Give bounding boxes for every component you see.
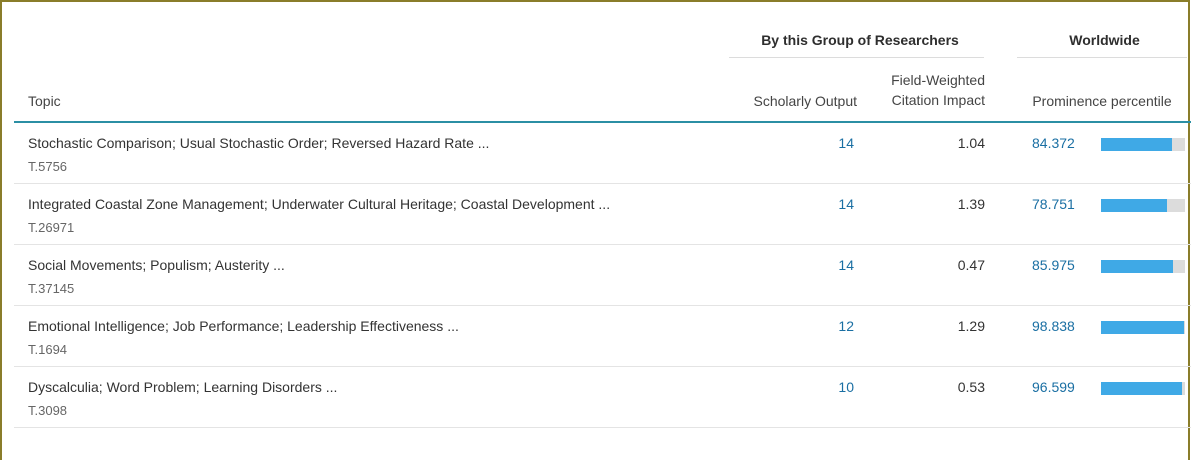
topics-panel: By this Group of Researchers Worldwide T… bbox=[0, 0, 1191, 460]
prominence-bar-fill bbox=[1101, 321, 1185, 334]
scholarly-output-link[interactable]: 14 bbox=[734, 257, 854, 273]
group-underline-worldwide bbox=[1017, 57, 1187, 58]
prominence-link[interactable]: 84.372 bbox=[1032, 135, 1075, 151]
topic-code: T.26971 bbox=[28, 220, 75, 235]
topic-title[interactable]: Integrated Coastal Zone Management; Unde… bbox=[28, 196, 610, 212]
column-header-topic[interactable]: Topic bbox=[28, 91, 61, 111]
prominence-bar bbox=[1101, 321, 1185, 334]
fwci-value: 0.47 bbox=[957, 257, 985, 273]
prominence-bar bbox=[1101, 382, 1185, 395]
scholarly-output-link[interactable]: 14 bbox=[734, 135, 854, 151]
scholarly-output-link[interactable]: 14 bbox=[734, 196, 854, 212]
scholarly-output-link[interactable]: 10 bbox=[734, 379, 854, 395]
fwci-value: 0.53 bbox=[957, 379, 985, 395]
table-row: Emotional Intelligence; Job Performance;… bbox=[14, 306, 1191, 367]
table-row: Dyscalculia; Word Problem; Learning Diso… bbox=[14, 367, 1191, 428]
table-row: Social Movements; Populism; Austerity ..… bbox=[14, 245, 1191, 306]
prominence-link[interactable]: 98.838 bbox=[1032, 318, 1075, 334]
prominence-link[interactable]: 96.599 bbox=[1032, 379, 1075, 395]
topic-title[interactable]: Dyscalculia; Word Problem; Learning Diso… bbox=[28, 379, 337, 395]
topic-title[interactable]: Stochastic Comparison; Usual Stochastic … bbox=[28, 135, 489, 151]
group-header-researchers: By this Group of Researchers bbox=[761, 32, 959, 48]
prominence-link[interactable]: 78.751 bbox=[1032, 196, 1075, 212]
group-underline-researchers bbox=[729, 57, 984, 58]
topic-code: T.3098 bbox=[28, 403, 68, 418]
topic-code: T.1694 bbox=[28, 342, 68, 357]
column-header-scholarly-output[interactable]: Scholarly Output bbox=[735, 91, 858, 111]
prominence-link[interactable]: 85.975 bbox=[1032, 257, 1075, 273]
group-header-worldwide: Worldwide bbox=[1069, 32, 1140, 48]
prominence-bar bbox=[1101, 138, 1185, 151]
topic-code: T.5756 bbox=[28, 159, 68, 174]
prominence-bar-fill bbox=[1101, 382, 1183, 395]
topic-code: T.37145 bbox=[28, 281, 75, 296]
row-divider bbox=[14, 427, 1191, 428]
prominence-bar-fill bbox=[1101, 138, 1172, 151]
prominence-bar-fill bbox=[1101, 199, 1168, 212]
fwci-value: 1.39 bbox=[957, 196, 985, 212]
prominence-bar-fill bbox=[1101, 260, 1174, 273]
fwci-value: 1.04 bbox=[957, 135, 985, 151]
column-header-prominence[interactable]: Prominence percentile bbox=[1017, 91, 1187, 111]
fwci-value: 1.29 bbox=[957, 318, 985, 334]
column-header-fwci[interactable]: Field-Weighted Citation Impact bbox=[862, 70, 985, 110]
prominence-bar bbox=[1101, 199, 1185, 212]
prominence-bar bbox=[1101, 260, 1185, 273]
fwci-header-line2: Citation Impact bbox=[891, 92, 985, 108]
topic-title[interactable]: Emotional Intelligence; Job Performance;… bbox=[28, 318, 459, 334]
table-row: Integrated Coastal Zone Management; Unde… bbox=[14, 184, 1191, 245]
table-row: Stochastic Comparison; Usual Stochastic … bbox=[14, 123, 1191, 184]
fwci-header-line1: Field-Weighted bbox=[891, 72, 985, 88]
scholarly-output-link[interactable]: 12 bbox=[734, 318, 854, 334]
topic-title[interactable]: Social Movements; Populism; Austerity ..… bbox=[28, 257, 285, 273]
